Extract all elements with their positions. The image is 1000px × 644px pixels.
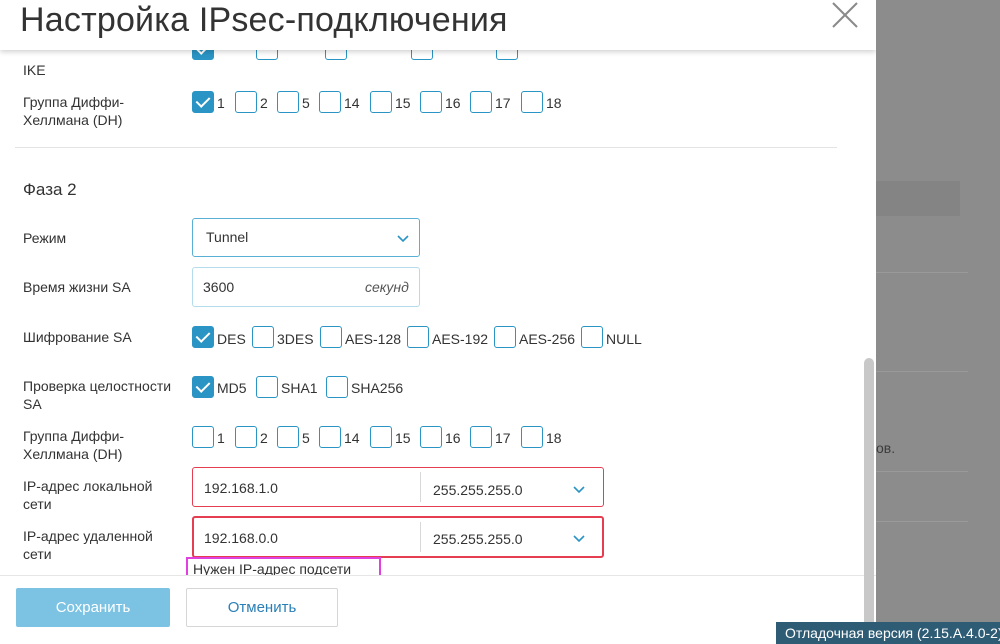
- encryption-checkbox-3des[interactable]: [252, 326, 274, 348]
- phase2-dh-option-label: 17: [495, 430, 511, 446]
- phase2-dh-option-label: 14: [344, 430, 360, 446]
- background-divider: [876, 371, 968, 372]
- phase1-dh-option-label: 2: [260, 95, 268, 111]
- background-app: [876, 0, 1000, 644]
- debug-version-badge: Отладочная версия (2.15.A.4.0-2): [776, 622, 1000, 644]
- phase2-title: Фаза 2: [23, 180, 77, 199]
- phase1-dh-checkbox-5[interactable]: [277, 91, 299, 113]
- encryption-option-label: DES: [217, 331, 246, 347]
- phase1-dh-checkbox-16[interactable]: [420, 91, 442, 113]
- phase2-dh-label: Группа Диффи-Хеллмана (DH): [23, 428, 125, 462]
- sa-lifetime-value: 3600: [203, 279, 235, 295]
- encryption-option-label: 3DES: [277, 331, 314, 347]
- phase1-dh-option-label: 1: [217, 95, 225, 111]
- encryption-option-label: AES-128: [345, 331, 402, 347]
- background-text: ов.: [876, 440, 896, 456]
- chevron-down-icon: [573, 486, 585, 494]
- phase1-dh-option-label: 5: [302, 95, 310, 111]
- modal-title: Настройка IPsec-подключения: [20, 1, 508, 39]
- ike-label-tail: IKE: [23, 62, 46, 78]
- scrollbar-thumb[interactable]: [864, 358, 874, 644]
- phase1-dh-option-label: 15: [395, 95, 411, 111]
- phase1-dh-option-label: 14: [344, 95, 360, 111]
- integrity-checkbox-md5[interactable]: [192, 376, 214, 398]
- phase1-dh-checkbox-17[interactable]: [470, 91, 492, 113]
- encryption-option-label: AES-256: [519, 331, 576, 347]
- encryption-checkbox-aes256[interactable]: [494, 326, 516, 348]
- mode-label: Режим: [23, 230, 67, 246]
- phase1-dh-checkbox-18[interactable]: [521, 91, 543, 113]
- phase1-dh-checkbox-1[interactable]: [192, 91, 214, 113]
- phase2-dh-checkbox-16[interactable]: [420, 426, 442, 448]
- phase2-dh-checkbox-18[interactable]: [521, 426, 543, 448]
- ip-separator: [420, 472, 421, 502]
- remote-ip-label: IP-адрес удаленной сети: [23, 528, 153, 562]
- save-button[interactable]: Сохранить: [16, 588, 170, 627]
- encryption-option-label: AES-192: [432, 331, 489, 347]
- integrity-checkbox-sha1[interactable]: [256, 376, 278, 398]
- background-divider: [876, 471, 968, 472]
- encryption-checkbox-aes128[interactable]: [320, 326, 342, 348]
- encryption-checkbox-aes192[interactable]: [407, 326, 429, 348]
- remote-ip-group: 192.168.0.0 255.255.255.0: [192, 516, 604, 558]
- mode-value: Tunnel: [206, 229, 249, 245]
- phase2-dh-checkbox-5[interactable]: [277, 426, 299, 448]
- background-bar: [876, 181, 960, 216]
- phase1-dh-checkbox-15[interactable]: [370, 91, 392, 113]
- ip-separator: [420, 522, 421, 552]
- local-ip-input[interactable]: 192.168.1.0: [204, 480, 278, 496]
- phase2-dh-option-label: 1: [217, 430, 225, 446]
- mode-select[interactable]: Tunnel: [192, 218, 420, 257]
- phase2-dh-option-label: 2: [260, 430, 268, 446]
- modal-header: Настройка IPsec-подключения: [0, 0, 876, 50]
- encryption-checkbox-null[interactable]: [581, 326, 603, 348]
- phase2-dh-option-label: 16: [445, 430, 461, 446]
- phase2-dh-option-label: 18: [546, 430, 562, 446]
- local-ip-label: IP-адрес локальной сети: [23, 478, 153, 512]
- sa-lifetime-label: Время жизни SA: [23, 279, 131, 295]
- encryption-option-label: NULL: [606, 331, 642, 347]
- section-divider: [15, 147, 837, 148]
- phase1-dh-label: Группа Диффи-Хеллмана (DH): [23, 94, 125, 128]
- modal-footer: Сохранить Отменить: [0, 575, 876, 644]
- phase2-dh-checkbox-15[interactable]: [370, 426, 392, 448]
- phase2-dh-checkbox-17[interactable]: [470, 426, 492, 448]
- sa-lifetime-unit: секунд: [365, 279, 409, 295]
- chevron-down-icon: [397, 235, 409, 243]
- integrity-label: Проверка целостности SA: [23, 378, 172, 412]
- phase2-dh-checkbox-1[interactable]: [192, 426, 214, 448]
- encryption-checkbox-des[interactable]: [192, 326, 214, 348]
- phase1-dh-option-label: 18: [546, 95, 562, 111]
- phase2-dh-option-label: 5: [302, 430, 310, 446]
- background-divider: [876, 272, 968, 273]
- integrity-option-label: SHA256: [351, 380, 404, 396]
- ipsec-settings-modal: Настройка IPsec-подключения IKE Группа Д…: [0, 0, 876, 644]
- phase1-dh-checkbox-14[interactable]: [319, 91, 341, 113]
- local-mask-select[interactable]: 255.255.255.0: [433, 482, 523, 498]
- close-icon: [832, 2, 858, 28]
- integrity-checkbox-sha256[interactable]: [326, 376, 348, 398]
- local-ip-group: 192.168.1.0 255.255.255.0: [192, 467, 604, 507]
- phase1-dh-checkbox-2[interactable]: [235, 91, 257, 113]
- integrity-option-label: SHA1: [281, 380, 318, 396]
- encryption-label: Шифрование SA: [23, 329, 132, 345]
- cancel-button[interactable]: Отменить: [186, 588, 338, 627]
- remote-mask-select[interactable]: 255.255.255.0: [433, 531, 523, 547]
- sa-lifetime-input[interactable]: 3600 секунд: [192, 267, 420, 307]
- remote-ip-input[interactable]: 192.168.0.0: [204, 530, 278, 546]
- close-button[interactable]: [828, 0, 862, 30]
- background-divider: [876, 521, 968, 522]
- chevron-down-icon: [573, 535, 585, 543]
- phase1-dh-option-label: 17: [495, 95, 511, 111]
- phase1-dh-option-label: 16: [445, 95, 461, 111]
- phase2-dh-option-label: 15: [395, 430, 411, 446]
- phase2-dh-checkbox-14[interactable]: [319, 426, 341, 448]
- phase2-dh-checkbox-2[interactable]: [235, 426, 257, 448]
- integrity-option-label: MD5: [217, 380, 247, 396]
